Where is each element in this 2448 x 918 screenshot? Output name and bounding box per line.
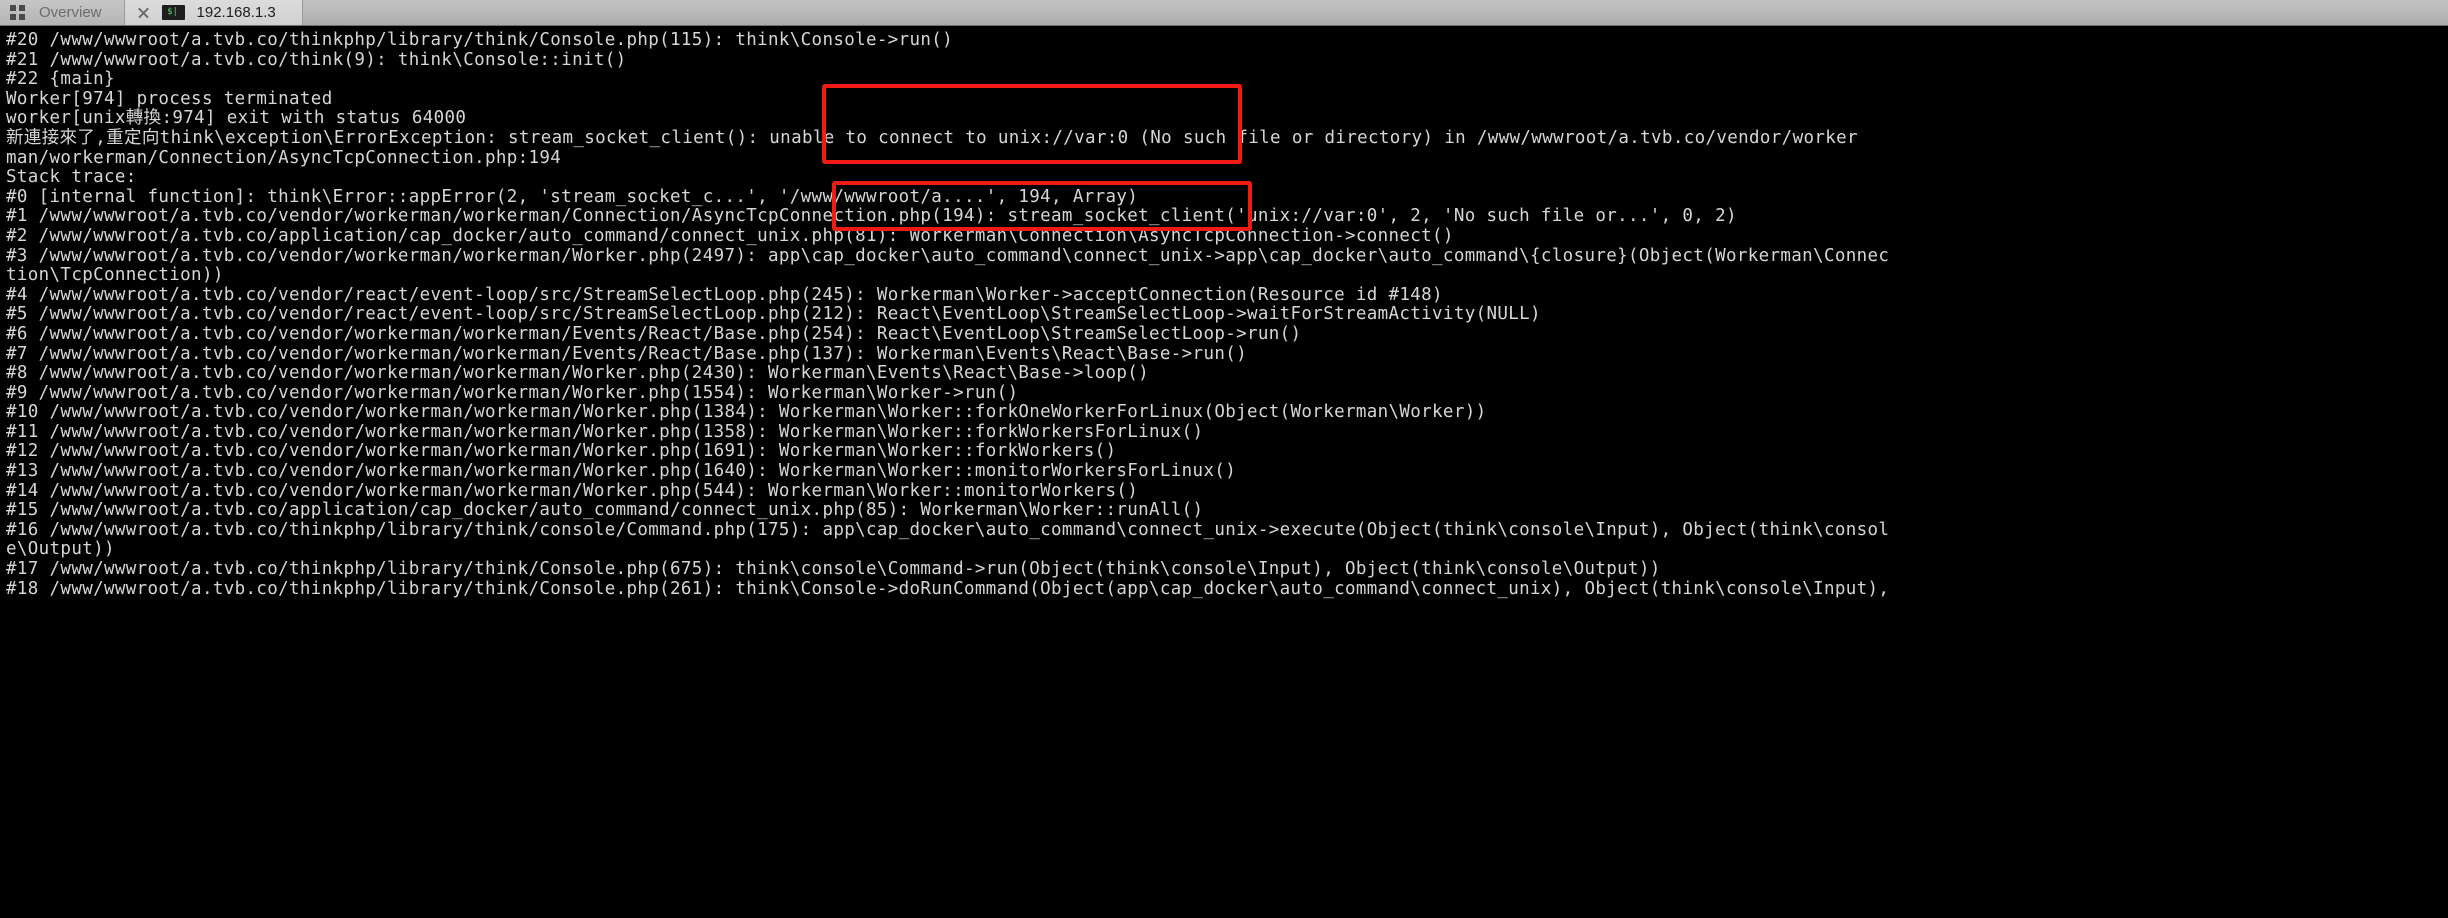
terminal-line: #2 /www/wwwroot/a.tvb.co/application/cap…	[6, 225, 1454, 246]
terminal-line: #13 /www/wwwroot/a.tvb.co/vendor/workerm…	[6, 461, 1237, 482]
terminal-output[interactable]: #20 /www/wwwroot/a.tvb.co/thinkphp/libra…	[0, 27, 2448, 918]
terminal-line: #14 /www/wwwroot/a.tvb.co/vendor/workerm…	[6, 480, 1139, 501]
terminal-line: #17 /www/wwwroot/a.tvb.co/thinkphp/libra…	[6, 559, 1661, 580]
tab-session-label: 192.168.1.3	[196, 4, 276, 21]
terminal-line: #8 /www/wwwroot/a.tvb.co/vendor/workerma…	[6, 363, 1150, 384]
terminal-line: e\Output))	[6, 539, 115, 560]
terminal-icon: $|	[161, 5, 185, 20]
terminal-line: #0 [internal function]: think\Error::app…	[6, 186, 1139, 207]
terminal-line: #5 /www/wwwroot/a.tvb.co/vendor/react/ev…	[6, 304, 1541, 325]
tab-overview[interactable]: Overview	[0, 0, 125, 25]
terminal-line: Stack trace:	[6, 167, 137, 188]
terminal-line: man/workerman/Connection/AsyncTcpConnect…	[6, 147, 562, 168]
terminal-line: #18 /www/wwwroot/a.tvb.co/thinkphp/libra…	[6, 578, 1890, 599]
terminal-line: #7 /www/wwwroot/a.tvb.co/vendor/workerma…	[6, 343, 1247, 364]
terminal-line: Worker[974] process terminated	[6, 88, 333, 109]
terminal-line: 新連接來了,重定向think\exception\ErrorException:…	[6, 127, 1858, 148]
terminal-line: #15 /www/wwwroot/a.tvb.co/application/ca…	[6, 500, 1204, 521]
grid-icon	[10, 5, 25, 20]
terminal-line: #16 /www/wwwroot/a.tvb.co/thinkphp/libra…	[6, 519, 1890, 540]
window-tab-bar: Overview $| 192.168.1.3	[0, 0, 2448, 26]
terminal-line: #4 /www/wwwroot/a.tvb.co/vendor/react/ev…	[6, 284, 1443, 305]
terminal-line: worker[unix轉換:974] exit with status 6400…	[6, 108, 467, 129]
terminal-line: tion\TcpConnection))	[6, 265, 224, 286]
terminal-line: #3 /www/wwwroot/a.tvb.co/vendor/workerma…	[6, 245, 1890, 266]
close-icon[interactable]	[137, 6, 150, 19]
terminal-line: #1 /www/wwwroot/a.tvb.co/vendor/workerma…	[6, 206, 1737, 227]
terminal-line: #22 {main}	[6, 69, 115, 90]
terminal-line: #21 /www/wwwroot/a.tvb.co/think(9): thin…	[6, 49, 627, 70]
terminal-line: #11 /www/wwwroot/a.tvb.co/vendor/workerm…	[6, 421, 1204, 442]
tab-session-192-168-1-3[interactable]: $| 192.168.1.3	[124, 0, 303, 25]
terminal-line: #10 /www/wwwroot/a.tvb.co/vendor/workerm…	[6, 402, 1487, 423]
tab-overview-label: Overview	[39, 4, 102, 21]
terminal-line: #9 /www/wwwroot/a.tvb.co/vendor/workerma…	[6, 382, 1019, 403]
terminal-line: #12 /www/wwwroot/a.tvb.co/vendor/workerm…	[6, 441, 1117, 462]
terminal-line: #20 /www/wwwroot/a.tvb.co/thinkphp/libra…	[6, 30, 954, 50]
terminal-line: #6 /www/wwwroot/a.tvb.co/vendor/workerma…	[6, 323, 1302, 344]
